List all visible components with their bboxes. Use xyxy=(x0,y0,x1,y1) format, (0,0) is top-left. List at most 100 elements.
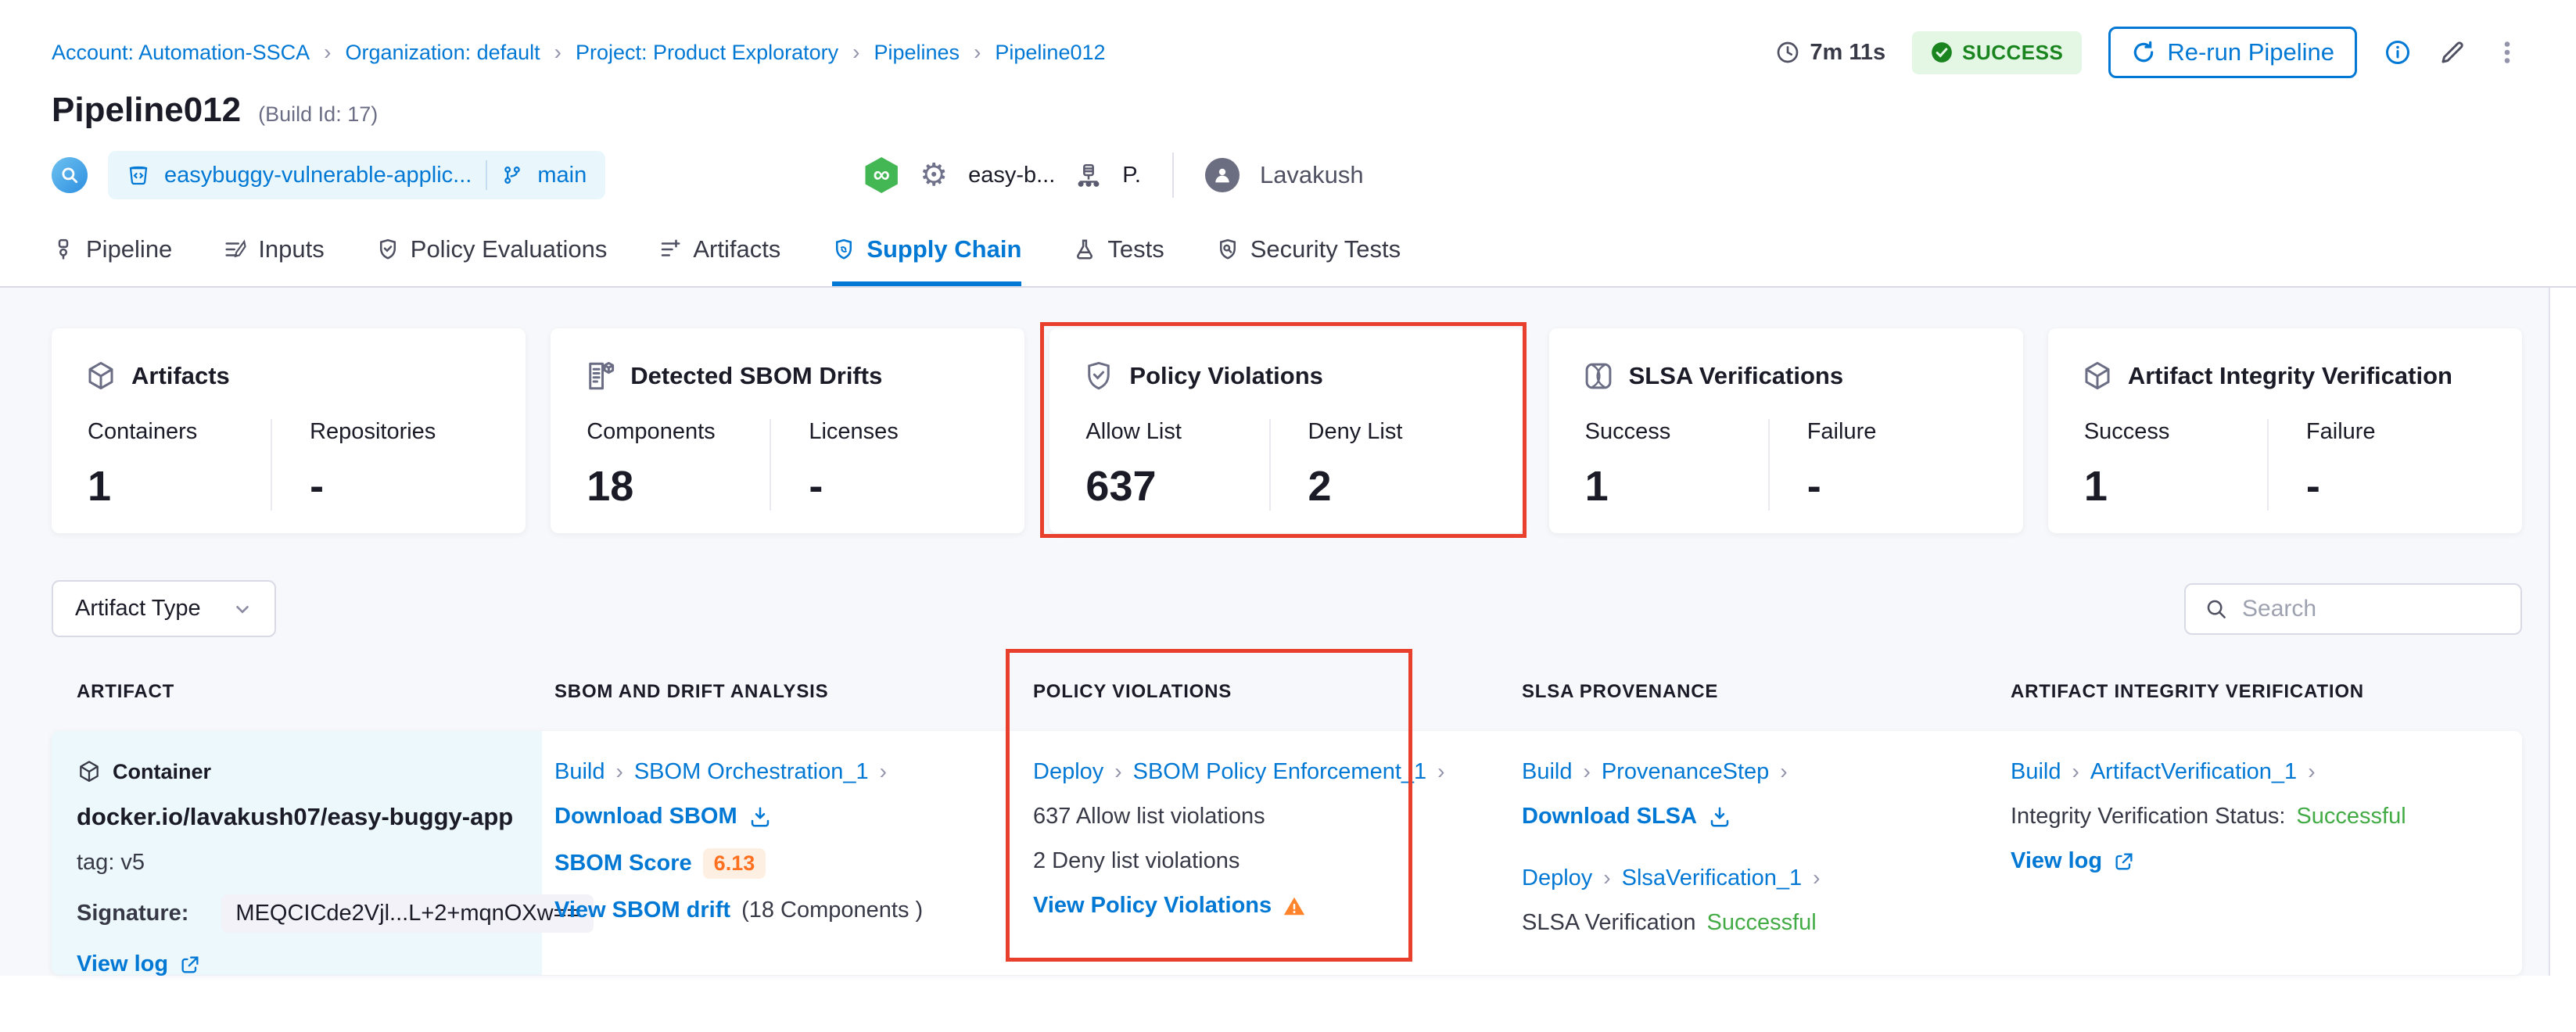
divider xyxy=(1172,152,1174,198)
divider xyxy=(486,160,487,190)
integrity-status-value: Successful xyxy=(2296,804,2406,830)
chevron-down-icon xyxy=(232,599,253,619)
stage-link[interactable]: Deploy xyxy=(1033,759,1103,785)
column-header-sbom: SBOM AND DRIFT ANALYSIS xyxy=(542,681,1021,703)
branch-name[interactable]: main xyxy=(537,163,587,188)
integrity-status-label: Integrity Verification Status: xyxy=(2011,804,2285,830)
tab-label: Tests xyxy=(1107,235,1164,263)
artifact-tag: tag: v5 xyxy=(77,850,145,876)
stage-link[interactable]: Build xyxy=(1522,759,1573,785)
sbom-score-link[interactable]: SBOM Score xyxy=(554,851,692,876)
artifact-type-dropdown[interactable]: Artifact Type xyxy=(52,580,276,637)
tab-supply-chain[interactable]: Supply Chain xyxy=(832,219,1021,286)
stat-label: Success xyxy=(2084,419,2267,445)
breadcrumb-account[interactable]: Account: Automation-SSCA xyxy=(52,41,310,65)
step-link[interactable]: SlsaVerification_1 xyxy=(1622,865,1803,891)
trigger-icon xyxy=(52,157,88,193)
view-log-link[interactable]: View log xyxy=(77,951,168,977)
page-title: Pipeline012 xyxy=(52,91,241,130)
integrity-cell: Build ArtifactVerification_1 Integrity V… xyxy=(1998,731,2522,975)
stat-label: Allow List xyxy=(1085,419,1268,445)
sbom-score-badge: 6.13 xyxy=(703,848,766,879)
tab-label: Security Tests xyxy=(1250,235,1401,263)
card-title: Artifacts xyxy=(131,362,230,390)
edit-pencil-icon[interactable] xyxy=(2438,38,2467,66)
delegate-name: P. xyxy=(1122,163,1141,188)
allow-violations: 637 Allow list violations xyxy=(1033,804,1265,830)
info-icon[interactable] xyxy=(2384,38,2412,66)
breadcrumb-project[interactable]: Project: Product Exploratory xyxy=(576,41,838,65)
view-policy-violations-link[interactable]: View Policy Violations xyxy=(1033,893,1272,919)
artifact-image: docker.io/lavakush07/easy-buggy-app xyxy=(77,803,513,831)
signature-value[interactable]: MEQCICde2Vjl...L+2+mqnOXw== xyxy=(221,894,594,933)
tab-policy-evaluations[interactable]: Policy Evaluations xyxy=(376,219,608,286)
stage-link[interactable]: Deploy xyxy=(1522,865,1592,891)
column-header-slsa: SLSA PROVENANCE xyxy=(1509,681,1998,703)
shield-check-icon xyxy=(1082,360,1115,392)
chevron-right-icon xyxy=(880,759,887,785)
tab-artifacts[interactable]: Artifacts xyxy=(658,219,780,286)
policy-violations-cell: Deploy SBOM Policy Enforcement_1 637 All… xyxy=(1021,731,1509,975)
chevron-right-icon xyxy=(1603,865,1610,891)
breadcrumb-pipelines[interactable]: Pipelines xyxy=(874,41,960,65)
stage-link[interactable]: Build xyxy=(554,759,605,785)
card-artifact-integrity: Artifact Integrity Verification Success1… xyxy=(2048,328,2522,533)
step-link[interactable]: SBOM Policy Enforcement_1 xyxy=(1133,759,1427,785)
tab-pipeline[interactable]: Pipeline xyxy=(52,219,172,286)
repository-icon xyxy=(127,163,150,187)
refresh-icon xyxy=(2131,40,2156,65)
download-icon xyxy=(1708,805,1731,829)
column-header-integrity: ARTIFACT INTEGRITY VERIFICATION xyxy=(1998,681,2522,703)
download-slsa-link[interactable]: Download SLSA xyxy=(1522,804,1697,830)
chevron-right-icon xyxy=(2308,759,2315,785)
list-plus-icon xyxy=(658,238,682,261)
breadcrumb-pipeline012[interactable]: Pipeline012 xyxy=(995,41,1105,65)
tab-inputs[interactable]: Inputs xyxy=(224,219,324,286)
step-link[interactable]: ProvenanceStep xyxy=(1602,759,1769,785)
search-box[interactable] xyxy=(2184,583,2522,635)
delegate-icon xyxy=(1075,162,1102,188)
tab-security-tests[interactable]: Security Tests xyxy=(1216,219,1401,286)
tab-tests[interactable]: Tests xyxy=(1073,219,1164,286)
stat-value: 1 xyxy=(2084,462,2267,511)
duration-text: 7m 11s xyxy=(1810,40,1885,66)
summary-cards: Artifacts Containers1 Repositories- Dete… xyxy=(52,328,2522,533)
artifact-type: Container xyxy=(113,760,211,784)
card-title: Policy Violations xyxy=(1129,362,1323,390)
harness-ci-icon xyxy=(863,157,899,193)
step-link[interactable]: ArtifactVerification_1 xyxy=(2090,759,2297,785)
breadcrumb-organization[interactable]: Organization: default xyxy=(346,41,540,65)
stat-value: 637 xyxy=(1085,462,1268,511)
view-log-link[interactable]: View log xyxy=(2011,848,2102,874)
download-icon xyxy=(748,805,772,829)
stat-value: 18 xyxy=(587,462,770,511)
card-sbom-drifts: Detected SBOM Drifts Components18 Licens… xyxy=(551,328,1024,533)
gear-icon[interactable]: ⚙ xyxy=(920,159,948,191)
stat-label: Deny List xyxy=(1308,419,1491,445)
search-input[interactable] xyxy=(2242,596,2492,622)
pipeline-icon xyxy=(52,238,75,261)
download-sbom-link[interactable]: Download SBOM xyxy=(554,804,737,830)
stat-label: Components xyxy=(587,419,770,445)
container-cube-icon xyxy=(77,759,102,784)
supply-chain-content: Artifacts Containers1 Repositories- Dete… xyxy=(0,288,2550,976)
stat-label: Failure xyxy=(1807,419,1990,445)
repo-name[interactable]: easybuggy-vulnerable-applic... xyxy=(164,163,472,188)
external-link-icon xyxy=(2113,851,2135,873)
stat-label: Success xyxy=(1585,419,1768,445)
execution-context: ⚙ easy-b... P. Lavakush xyxy=(863,152,1363,198)
slsa-status-value: Successful xyxy=(1706,910,1816,936)
external-link-icon xyxy=(179,954,201,976)
step-link[interactable]: SBOM Orchestration_1 xyxy=(634,759,869,785)
slsa-icon xyxy=(1582,360,1615,392)
stage-link[interactable]: Build xyxy=(2011,759,2061,785)
kebab-menu-icon[interactable] xyxy=(2493,38,2521,66)
view-sbom-drift-link[interactable]: View SBOM drift xyxy=(554,898,730,923)
codebase-chip[interactable]: easybuggy-vulnerable-applic... main xyxy=(108,151,605,199)
clock-icon xyxy=(1775,40,1800,65)
tab-bar: Pipeline Inputs Policy Evaluations Artif… xyxy=(0,219,2576,288)
rerun-pipeline-button[interactable]: Re-run Pipeline xyxy=(2108,27,2357,78)
chevron-right-icon xyxy=(2072,759,2079,785)
chevron-right-icon xyxy=(1780,759,1787,785)
build-id: (Build Id: 17) xyxy=(258,102,378,127)
